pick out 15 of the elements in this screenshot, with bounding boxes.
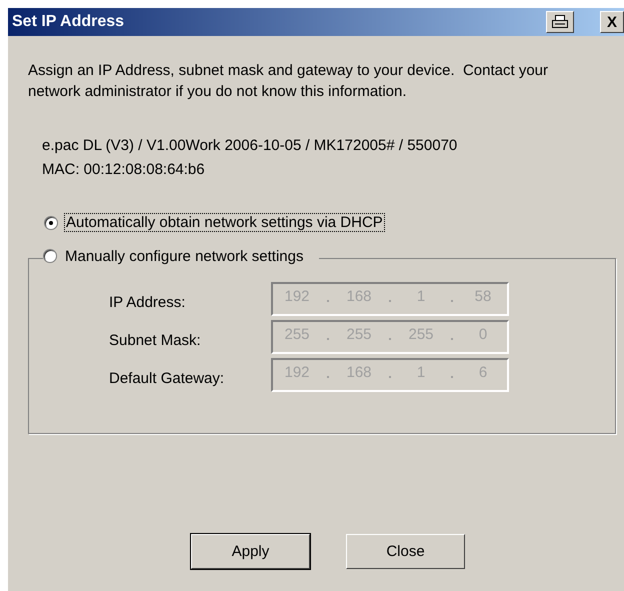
field-label: Subnet Mask: <box>109 331 202 349</box>
device-info-text: e.pac DL (V3) / V1.00Work 2006-10-05 / MK172005# / 550070 <box>42 136 458 156</box>
close-button[interactable]: X <box>600 11 624 33</box>
field-label: Default Gateway: <box>109 369 226 387</box>
radio-button[interactable] <box>43 249 57 263</box>
field-label: IP Address: <box>109 293 186 311</box>
radio-button[interactable] <box>44 216 58 230</box>
window-title: Set IP Address <box>12 13 126 31</box>
device-info-text: MAC: 00:12:08:08:64:b6 <box>42 160 206 180</box>
printer-icon <box>552 15 568 29</box>
print-button[interactable] <box>546 11 574 33</box>
apply-button[interactable]: Apply <box>191 534 310 568</box>
close-button[interactable]: Close <box>346 534 465 568</box>
radio-option[interactable]: Manually configure network settings <box>43 246 320 266</box>
intro-text: Assign an IP Address, subnet mask and gateway to your device. Contact your network administrator if you do not know this information. <box>28 61 550 102</box>
